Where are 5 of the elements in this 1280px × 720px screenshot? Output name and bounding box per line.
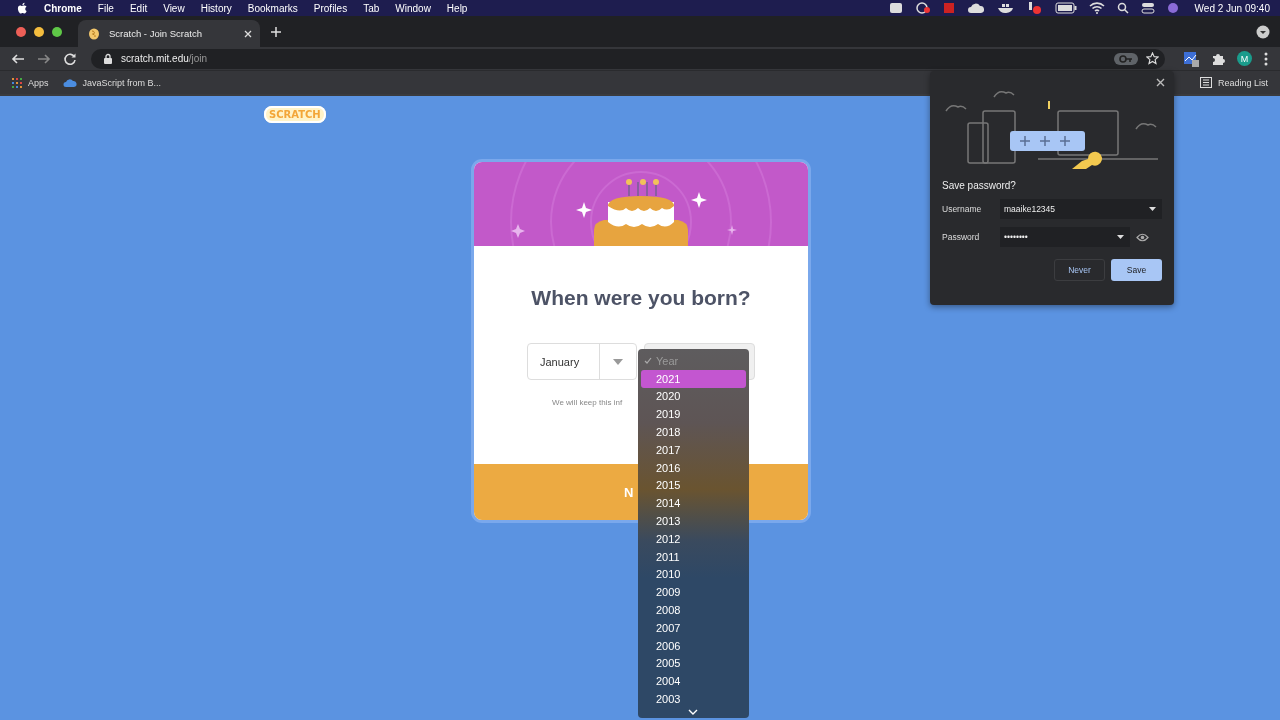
field-label: Username [942,204,983,214]
dialog-title: Save password? [942,180,1017,191]
heading: When were you born? [531,286,751,310]
field-label: Password [942,232,981,242]
privacy-note: We will keep this inf [552,398,623,407]
